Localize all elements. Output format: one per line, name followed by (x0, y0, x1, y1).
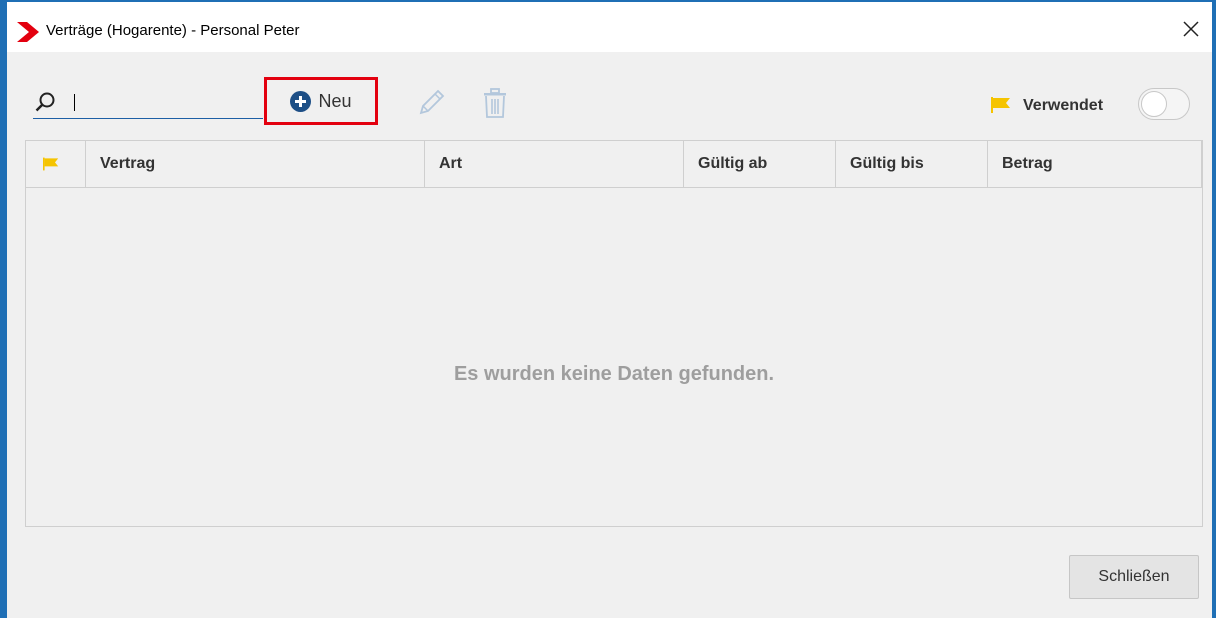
toggle-knob (1141, 91, 1167, 117)
trash-icon[interactable] (481, 87, 509, 119)
title-bar: Verträge (Hogarente) - Personal Peter (7, 2, 1212, 52)
empty-state-message: Es wurden keine Daten gefunden. (453, 363, 775, 385)
text-cursor (74, 94, 75, 111)
column-header-vertrag[interactable]: Vertrag (86, 141, 425, 187)
column-header-gueltig-ab[interactable]: Gültig ab (684, 141, 836, 187)
pencil-icon[interactable] (417, 87, 447, 117)
add-circle-icon (290, 90, 312, 112)
close-icon (1183, 21, 1199, 37)
new-contract-button[interactable]: Neu (264, 77, 378, 125)
search-input[interactable] (79, 91, 263, 115)
close-button[interactable]: Schließen (1069, 555, 1199, 599)
dialog-window: Verträge (Hogarente) - Personal Peter Ne… (0, 0, 1216, 618)
contracts-table: Vertrag Art Gültig ab Gültig bis Betrag … (25, 140, 1203, 527)
search-field[interactable] (33, 87, 263, 119)
table-header: Vertrag Art Gültig ab Gültig bis Betrag (26, 141, 1202, 188)
column-header-gueltig-bis[interactable]: Gültig bis (836, 141, 988, 187)
search-icon (35, 92, 55, 112)
app-logo-icon (17, 22, 39, 42)
toolbar: Neu Verwendet (7, 52, 1212, 140)
column-header-art[interactable]: Art (425, 141, 684, 187)
column-header-betrag[interactable]: Betrag (988, 141, 1202, 187)
window-title: Verträge (Hogarente) - Personal Peter (46, 22, 300, 39)
close-window-button[interactable] (1178, 16, 1204, 42)
column-header-flag[interactable] (26, 141, 86, 187)
verwendet-label: Verwendet (1023, 97, 1104, 114)
flag-icon (43, 157, 59, 171)
verwendet-toggle[interactable] (1138, 88, 1190, 120)
new-button-label: Neu (318, 90, 352, 111)
flag-icon (991, 97, 1010, 113)
